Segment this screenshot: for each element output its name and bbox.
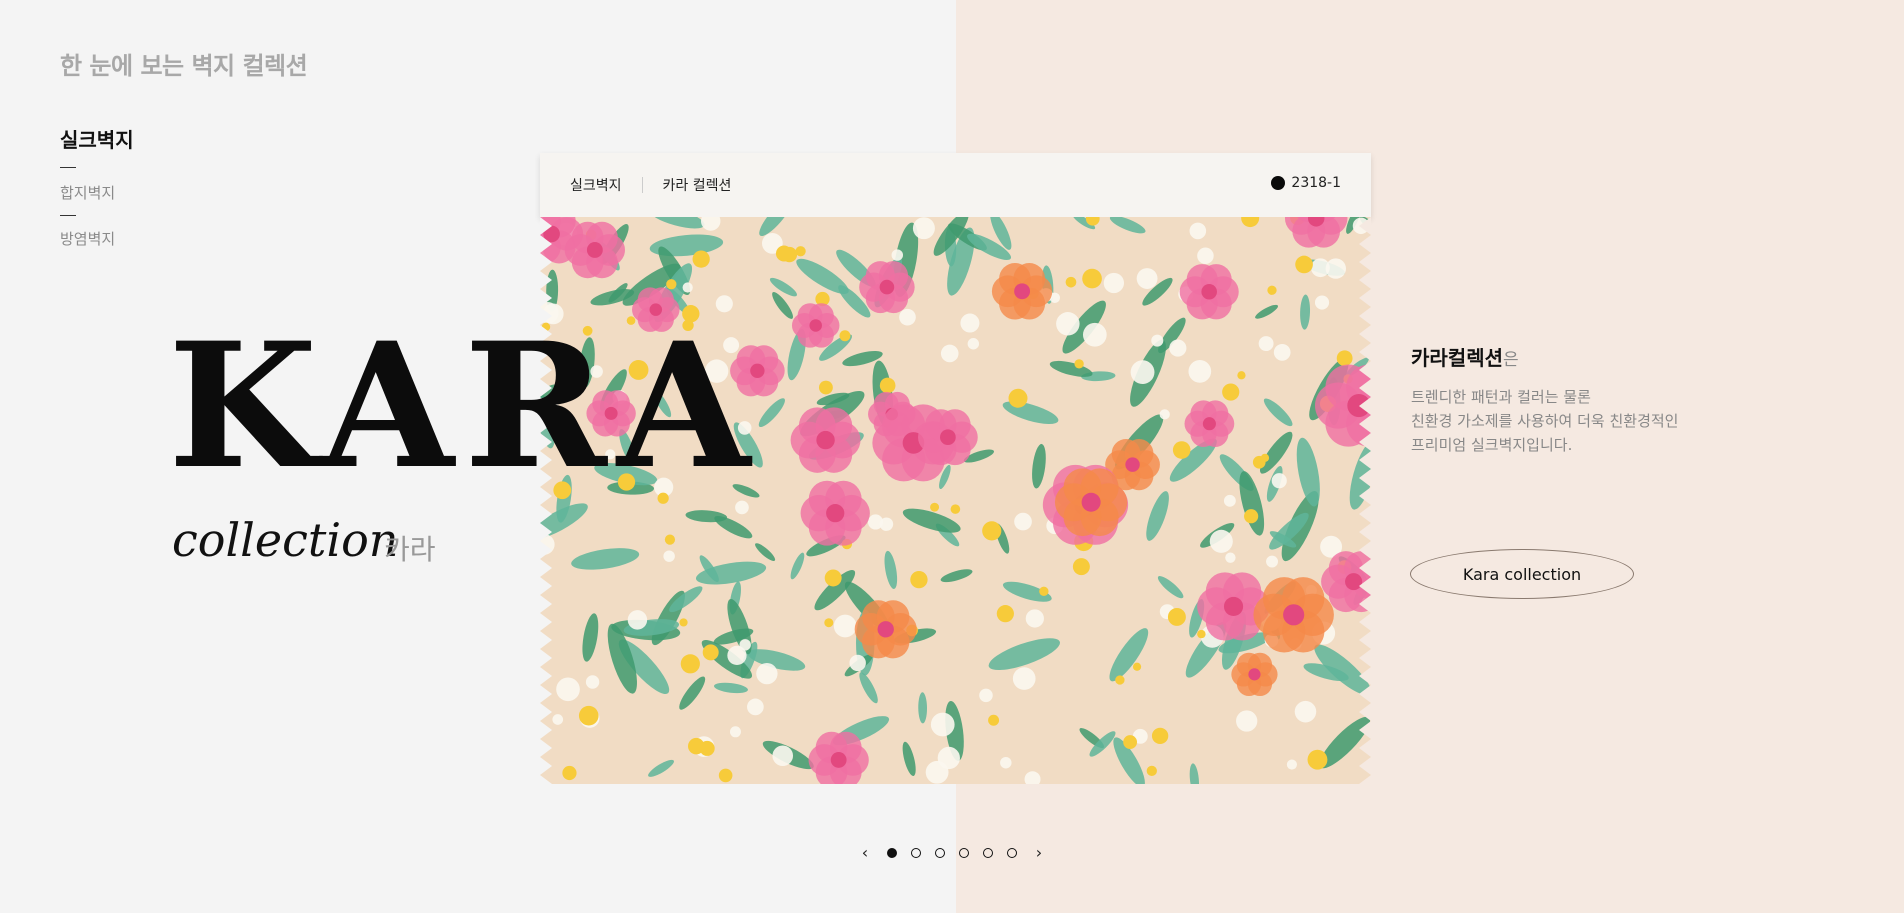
pagination-dot[interactable] xyxy=(959,847,969,858)
collection-subtitle: collection xyxy=(172,513,399,567)
page-heading: 한 눈에 보는 벽지 컬렉션 xyxy=(60,52,308,80)
product-code: 2318-1 xyxy=(1271,175,1341,191)
pagination-dot[interactable] xyxy=(1007,847,1017,858)
next-arrow-icon[interactable]: › xyxy=(1032,843,1046,862)
description-body: 트렌디한 패턴과 컬러는 물론 친환경 가소제를 사용하여 더욱 친환경적인 프… xyxy=(1411,385,1678,457)
breadcrumb-collection: 카라 컬렉션 xyxy=(662,178,732,194)
category-divider xyxy=(60,167,76,168)
breadcrumb-category: 실크벽지 xyxy=(570,178,622,194)
category-item-flame-retardant[interactable]: 방염벽지 xyxy=(60,228,134,249)
pagination-dot[interactable] xyxy=(911,847,921,858)
breadcrumb-divider xyxy=(641,177,643,193)
collection-description: 카라컬렉션은 트렌디한 패턴과 컬러는 물론 친환경 가소제를 사용하여 더욱 … xyxy=(1411,342,1678,457)
product-code-label: 2318-1 xyxy=(1291,175,1341,191)
collection-subtitle-korean: 카라 xyxy=(384,533,436,566)
prev-arrow-icon[interactable]: ‹ xyxy=(858,843,872,862)
collection-title: KARA xyxy=(168,304,761,507)
color-dot-icon xyxy=(1271,176,1286,190)
description-title-text: 카라컬렉션 xyxy=(1411,346,1503,370)
pagination-dot[interactable] xyxy=(983,847,993,858)
description-line: 트렌디한 패턴과 컬러는 물론 xyxy=(1411,388,1591,406)
description-title: 카라컬렉션은 xyxy=(1411,342,1678,371)
description-line: 프리미엄 실크벽지입니다. xyxy=(1411,436,1573,454)
category-item-silk[interactable]: 실크벽지 xyxy=(60,124,134,153)
card-header: 실크벽지 카라 컬렉션 2318-1 xyxy=(540,153,1371,217)
pagination-dot[interactable] xyxy=(887,847,897,858)
pagination-dot[interactable] xyxy=(935,847,945,858)
category-nav: 실크벽지 합지벽지 방염벽지 xyxy=(60,124,134,249)
category-divider xyxy=(60,215,76,216)
pagination-dots xyxy=(880,847,1024,858)
category-item-paper[interactable]: 합지벽지 xyxy=(60,182,134,203)
slider-pagination: ‹ › xyxy=(858,843,1046,862)
description-line: 친환경 가소제를 사용하여 더욱 친환경적인 xyxy=(1411,412,1679,430)
description-title-suffix: 은 xyxy=(1503,350,1519,370)
kara-collection-button[interactable]: Kara collection xyxy=(1410,549,1634,599)
